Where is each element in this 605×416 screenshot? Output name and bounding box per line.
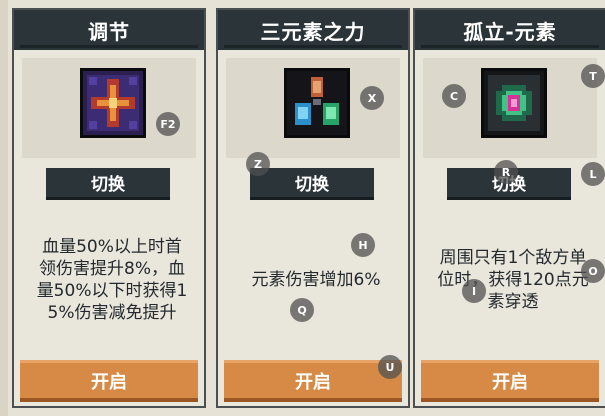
- perk-card-isolated-element: 孤立-元素 切换 周围只有1个敌方单 位时，获得120点元 素穿透 开启: [413, 0, 605, 416]
- description-line: 位时，获得120点元: [437, 270, 589, 290]
- key-hint-x: X: [360, 86, 384, 110]
- key-hint-r: R: [494, 160, 518, 184]
- three-elements-icon: [284, 68, 350, 138]
- open-button[interactable]: 开启: [20, 360, 198, 402]
- description-line: 血量50%以上时首: [42, 237, 182, 257]
- perk-description: 周围只有1个敌方单 位时，获得120点元 素穿透: [425, 210, 601, 350]
- regulation-cross-icon: [80, 68, 146, 138]
- card-frame: 调节 切换 血量50%以上时首 领伤害提升8%，血 量50%以下时获得1 5%伤…: [12, 8, 206, 408]
- switch-button[interactable]: 切换: [46, 168, 170, 200]
- key-hint-f2: F2: [156, 112, 180, 136]
- description-line: 元素伤害增加6%: [251, 270, 381, 290]
- perk-description: 元素伤害增加6%: [228, 210, 404, 350]
- description-line: 领伤害提升8%，血: [39, 259, 185, 279]
- open-button[interactable]: 开启: [224, 360, 402, 402]
- key-hint-l: L: [581, 162, 605, 186]
- card-title: 三元素之力: [218, 10, 408, 50]
- card-frame: 三元素之力 切换 元素伤害增加6% 开启: [216, 8, 410, 408]
- key-hint-q: Q: [290, 298, 314, 322]
- key-hint-z: Z: [246, 152, 270, 176]
- key-hint-u: U: [378, 355, 402, 379]
- key-hint-i: I: [462, 279, 486, 303]
- card-title: 调节: [14, 10, 204, 50]
- icon-panel: [22, 58, 196, 158]
- description-line: 量50%以下时获得1: [36, 281, 188, 301]
- description-line: 5%伤害减免提升: [47, 303, 177, 323]
- perk-description: 血量50%以上时首 领伤害提升8%，血 量50%以下时获得1 5%伤害减免提升: [24, 210, 200, 350]
- key-hint-t: T: [581, 64, 605, 88]
- key-hint-h: H: [351, 233, 375, 257]
- perk-card-three-elements: 三元素之力 切换 元素伤害增加6% 开启: [216, 0, 410, 416]
- icon-panel: [423, 58, 597, 158]
- key-hint-o: O: [581, 259, 605, 283]
- description-line: 素穿透: [487, 292, 539, 312]
- description-line: 周围只有1个敌方单: [439, 248, 587, 268]
- isolated-element-icon: [481, 68, 547, 138]
- open-button[interactable]: 开启: [421, 360, 599, 402]
- switch-button[interactable]: 切换: [250, 168, 374, 200]
- key-hint-c: C: [442, 84, 466, 108]
- card-frame: 孤立-元素 切换 周围只有1个敌方单 位时，获得120点元 素穿透 开启: [413, 8, 605, 408]
- perk-card-regulation: 调节 切换 血量50%以上时首 领伤害提升8%，血 量50%以下时获得1 5%伤…: [12, 0, 206, 416]
- left-edge: [0, 0, 8, 416]
- card-title: 孤立-元素: [415, 10, 605, 50]
